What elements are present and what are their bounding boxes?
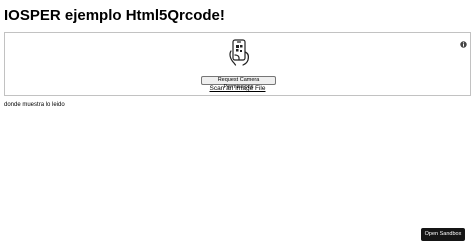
request-camera-permissions-button[interactable]: Request Camera Permissions <box>201 76 276 90</box>
info-icon[interactable] <box>460 35 467 48</box>
page: IOSPER ejemplo Html5Qrcode! Request Came… <box>0 0 474 248</box>
page-title: IOSPER ejemplo Html5Qrcode! <box>4 7 225 24</box>
open-sandbox-button[interactable]: Open Sandbox <box>421 228 465 241</box>
result-text: donde muestra lo leido <box>4 102 65 108</box>
phone-qr-scan-icon <box>228 39 251 66</box>
scan-image-file-link[interactable]: Scan an Image File <box>5 85 470 93</box>
qr-reader-panel: Request Camera Permissions Scan an Image… <box>4 32 471 96</box>
